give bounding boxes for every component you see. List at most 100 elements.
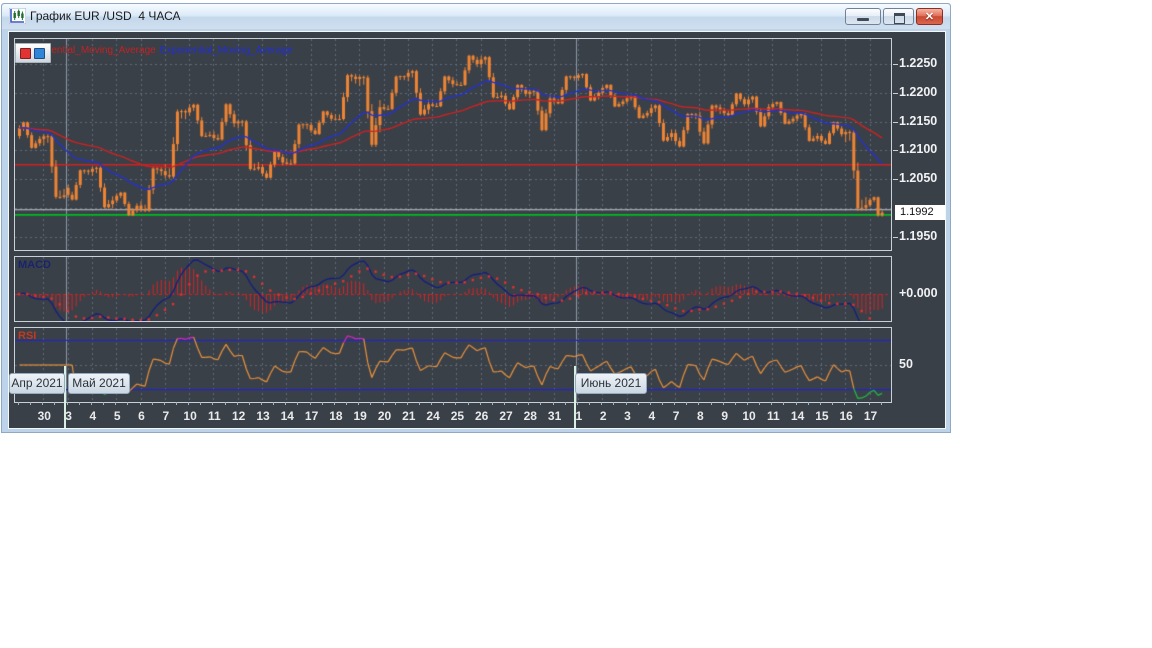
- macd-panel: [14, 256, 892, 322]
- time-axis-tick: [406, 402, 408, 405]
- price-axis-label: 1.2150: [899, 113, 938, 128]
- time-axis-tick: [333, 402, 335, 405]
- time-axis-label: 28: [523, 409, 537, 423]
- maximize-icon: [894, 13, 905, 24]
- time-axis-tick: [552, 402, 554, 405]
- maximize-button[interactable]: [883, 8, 914, 25]
- time-axis-tick: [674, 402, 676, 405]
- time-axis-tick: [661, 402, 663, 405]
- time-axis-tick: [248, 402, 250, 405]
- time-axis-tick: [637, 402, 639, 405]
- time-axis-label: 3: [624, 409, 631, 423]
- time-axis-tick: [759, 402, 761, 405]
- time-axis-tick: [358, 402, 360, 405]
- time-axis-tick: [175, 402, 177, 405]
- time-axis-tick: [625, 402, 627, 405]
- time-axis-tick: [285, 402, 287, 405]
- window-title: График EUR /USD 4 ЧАСА: [30, 9, 181, 23]
- time-axis-tick: [309, 402, 311, 405]
- time-axis-tick: [321, 402, 323, 405]
- time-axis-label: 17: [863, 409, 878, 423]
- time-axis-label: 25: [450, 409, 465, 423]
- price-axis-tick: [893, 121, 898, 123]
- time-axis-tick: [491, 402, 493, 405]
- time-axis-tick: [528, 402, 530, 405]
- macd-label: MACD: [18, 259, 51, 271]
- time-axis-tick: [564, 402, 566, 405]
- macd-canvas[interactable]: [15, 257, 891, 321]
- price-chart-canvas[interactable]: [15, 39, 891, 250]
- time-axis-label: 9: [721, 409, 729, 423]
- red-ema-chip-icon[interactable]: [20, 48, 31, 59]
- price-axis-tick: [893, 64, 898, 65]
- ema-blue-legend-label: Exponential_Moving_Average: [160, 45, 293, 56]
- time-axis-tick: [467, 402, 469, 405]
- chart-client-area: Exponential_Moving_Average Exponential_M…: [8, 31, 946, 429]
- time-axis-label: 6: [138, 409, 145, 423]
- time-axis-label: 19: [353, 409, 367, 423]
- time-axis-label: 7: [672, 409, 680, 423]
- time-axis-label: 15: [815, 409, 829, 423]
- time-axis-tick: [66, 402, 68, 405]
- time-axis-label: 26: [475, 409, 489, 423]
- minimize-button[interactable]: [845, 8, 881, 25]
- time-axis-label: 31: [547, 409, 562, 423]
- time-axis-tick: [261, 402, 262, 405]
- time-axis-label: 4: [648, 409, 656, 423]
- time-axis-tick: [382, 402, 384, 405]
- indicator-color-chips[interactable]: [15, 43, 51, 63]
- time-axis-label: 30: [37, 409, 51, 423]
- time-axis-label: 7: [162, 409, 170, 423]
- month-badge-may: Май 2021: [68, 373, 130, 394]
- price-axis-label: 1.2200: [899, 84, 938, 99]
- time-axis-tick: [200, 402, 202, 405]
- time-axis-tick: [856, 402, 858, 405]
- time-axis-tick: [163, 402, 165, 405]
- time-axis-tick: [576, 402, 578, 405]
- close-icon: ✕: [924, 11, 935, 23]
- time-axis-tick: [418, 402, 420, 405]
- blue-ema-chip-icon[interactable]: [34, 48, 45, 59]
- price-panel: [14, 38, 892, 251]
- time-axis-tick: [795, 402, 797, 405]
- time-axis-tick: [832, 402, 834, 405]
- candlestick-chart-icon: [8, 7, 27, 25]
- time-axis-tick: [613, 402, 615, 405]
- time-axis-label: 21: [402, 409, 416, 423]
- time-axis-tick: [601, 402, 603, 405]
- price-axis-label: 1.2050: [899, 171, 938, 186]
- macd-zero-label: +0.000: [899, 286, 938, 300]
- time-axis-tick: [771, 402, 773, 405]
- time-axis-tick: [516, 402, 518, 405]
- rsi-canvas[interactable]: [15, 328, 891, 402]
- time-axis-label: 14: [790, 409, 805, 423]
- time-axis-label: 8: [697, 409, 704, 423]
- time-axis-label: 16: [839, 409, 853, 423]
- time-axis-tick: [710, 402, 712, 405]
- close-button[interactable]: ✕: [916, 8, 943, 25]
- time-axis-label: 5: [113, 409, 121, 423]
- time-axis-label: 13: [256, 409, 270, 423]
- time-axis-tick: [868, 402, 870, 405]
- time-axis-tick: [783, 402, 785, 405]
- time-axis-label: 3: [65, 409, 72, 423]
- chart-window: График EUR /USD 4 ЧАСА ✕ Exponential_Mov…: [1, 3, 951, 433]
- title-bar[interactable]: График EUR /USD 4 ЧАСА ✕: [2, 4, 950, 29]
- time-axis-label: 10: [742, 409, 756, 423]
- price-axis-tick: [893, 150, 898, 152]
- time-axis-tick: [103, 402, 105, 405]
- month-badge-april: Апр 2021: [9, 373, 65, 394]
- rsi-panel: [14, 327, 892, 403]
- time-axis-tick: [394, 402, 396, 405]
- month-badge-june: Июнь 2021: [575, 373, 647, 394]
- time-axis-tick: [224, 402, 226, 405]
- time-axis-tick: [504, 402, 505, 405]
- time-axis-tick: [819, 402, 821, 405]
- time-axis-tick: [807, 402, 809, 405]
- time-axis-tick: [127, 402, 129, 405]
- time-axis-tick: [273, 402, 275, 405]
- time-axis-tick: [188, 402, 190, 405]
- time-axis-label: 14: [280, 409, 294, 423]
- time-axis-tick: [297, 402, 299, 405]
- time-axis-tick: [151, 402, 153, 405]
